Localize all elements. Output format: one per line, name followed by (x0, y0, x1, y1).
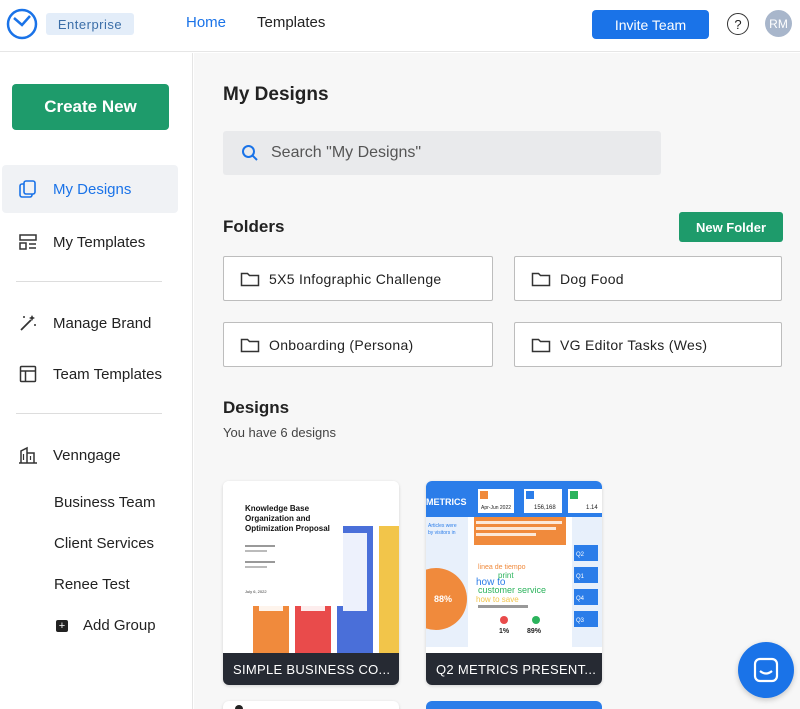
sidebar-item-my-designs[interactable]: My Designs (2, 165, 178, 213)
folder-icon (531, 338, 551, 352)
create-new-button[interactable]: Create New (12, 84, 169, 130)
magic-wand-icon (18, 313, 38, 333)
thumbnail-title-line: Optimization Proposal (245, 524, 330, 533)
thumbnail-word: linea de tiempo (478, 564, 526, 571)
sidebar-item-label: My Templates (53, 233, 146, 251)
sidebar-divider (16, 281, 162, 282)
thumbnail-percent: 1% (499, 628, 510, 635)
folder-item[interactable]: Dog Food (514, 256, 782, 301)
search-icon (242, 145, 258, 161)
thumbnail-stat: 156,168 (534, 505, 556, 511)
folder-icon (240, 272, 260, 286)
design-card[interactable]: METRICS Apr-Jun 2022 156,168 1.14 Articl… (426, 481, 602, 685)
folder-item[interactable]: 5X5 Infographic Challenge (223, 256, 493, 301)
thumbnail-quarter: Q2 (576, 552, 585, 558)
search-bar[interactable] (223, 131, 661, 175)
templates-icon (18, 232, 38, 252)
thumbnail-quarter: Q4 (576, 596, 585, 602)
design-card-partial[interactable] (426, 701, 602, 709)
top-bar: Enterprise Home Templates Invite Team ? … (0, 0, 800, 52)
chat-support-button[interactable] (738, 642, 794, 698)
folder-name: Onboarding (Persona) (269, 336, 414, 353)
table-icon (18, 364, 38, 384)
thumbnail-word: how to save (476, 595, 519, 604)
thumbnail-title-line: Organization and (245, 514, 310, 523)
folders-heading: Folders (223, 217, 285, 236)
sidebar-group-renee-test[interactable]: Renee Test (54, 576, 130, 593)
help-icon[interactable]: ? (727, 13, 749, 35)
sidebar-group-business-team[interactable]: Business Team (54, 494, 155, 511)
sidebar-item-team-templates[interactable]: Team Templates (2, 350, 178, 398)
design-card[interactable]: Knowledge Base Organization and Optimiza… (223, 481, 399, 685)
design-card-partial[interactable] (223, 701, 399, 709)
svg-text:by visitors in: by visitors in (428, 530, 456, 536)
design-caption: SIMPLE BUSINESS CO... (223, 653, 399, 685)
nav-home[interactable]: Home (186, 14, 226, 31)
svg-text:Articles were: Articles were (428, 523, 457, 529)
design-caption: Q2 METRICS PRESENT... (426, 653, 602, 685)
thumbnail-title-line: Knowledge Base (245, 504, 310, 513)
nav-templates[interactable]: Templates (257, 14, 325, 31)
add-group-button[interactable]: + Add Group (56, 617, 156, 634)
designs-count: You have 6 designs (223, 425, 337, 440)
new-folder-button[interactable]: New Folder (679, 212, 783, 242)
sidebar-item-label: My Designs (53, 180, 132, 198)
thumbnail-word: customer service (478, 585, 546, 595)
thumbnail-percent: 88% (434, 594, 452, 604)
thumbnail-stat: Apr-Jun 2022 (481, 505, 511, 511)
page-title: My Designs (223, 84, 329, 105)
folder-item[interactable]: VG Editor Tasks (Wes) (514, 322, 782, 367)
thumbnail-percent: 89% (527, 628, 542, 635)
avatar[interactable]: RM (765, 10, 792, 37)
sidebar: Create New My Designs My Templates Manag… (0, 53, 193, 709)
folder-icon (531, 272, 551, 286)
sidebar-divider (16, 413, 162, 414)
sidebar-item-manage-brand[interactable]: Manage Brand (2, 299, 178, 347)
folder-item[interactable]: Onboarding (Persona) (223, 322, 493, 367)
sidebar-group-client-services[interactable]: Client Services (54, 535, 154, 552)
building-icon (18, 445, 38, 465)
folder-name: Dog Food (560, 270, 624, 287)
thumbnail-date: July 6, 2022 (245, 589, 267, 594)
folder-icon (240, 338, 260, 352)
search-input[interactable] (271, 144, 651, 162)
sidebar-item-my-templates[interactable]: My Templates (2, 218, 178, 266)
thumbnail-dot (235, 705, 243, 709)
add-group-label: Add Group (83, 617, 156, 634)
plan-badge: Enterprise (46, 13, 134, 35)
sidebar-item-label: Venngage (53, 446, 121, 464)
chat-icon (753, 657, 779, 683)
folder-name: 5X5 Infographic Challenge (269, 270, 442, 287)
sidebar-item-venngage[interactable]: Venngage (2, 431, 178, 479)
folder-name: VG Editor Tasks (Wes) (560, 336, 708, 353)
thumbnail-quarter: Q3 (576, 618, 585, 624)
thumbnail-quarter: Q1 (576, 574, 585, 580)
sidebar-item-label: Manage Brand (53, 314, 152, 332)
thumbnail-header: METRICS (426, 497, 467, 507)
thumbnail-stat: 1.14 (586, 505, 598, 511)
main-content: My Designs Folders New Folder 5X5 Infogr… (194, 53, 800, 709)
designs-heading: Designs (223, 398, 290, 417)
sidebar-item-label: Team Templates (53, 365, 162, 383)
plus-icon: + (56, 619, 68, 632)
invite-team-button[interactable]: Invite Team (592, 10, 709, 39)
venngage-logo-icon[interactable] (6, 8, 38, 40)
designs-icon (18, 179, 38, 199)
